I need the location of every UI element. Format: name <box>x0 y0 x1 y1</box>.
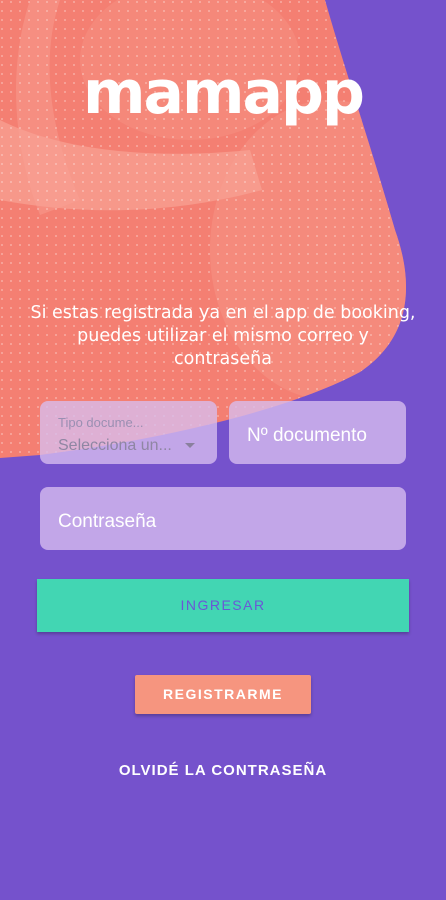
password-placeholder: Contraseña <box>58 511 157 532</box>
dropdown-caret-icon <box>185 443 195 448</box>
document-number-placeholder: Nº documento <box>247 425 367 446</box>
document-type-label: Tipo docume... <box>58 415 144 430</box>
login-button[interactable]: INGRESAR <box>37 579 409 632</box>
app-logo: mamapp <box>83 58 365 128</box>
forgot-password-link[interactable]: OLVIDÉ LA CONTRASEÑA <box>0 762 446 779</box>
register-button[interactable]: REGISTRARME <box>135 675 311 714</box>
document-type-select[interactable]: Tipo docume... Selecciona un... <box>40 401 217 464</box>
document-number-input[interactable]: Nº documento <box>229 401 406 464</box>
password-input[interactable]: Contraseña <box>40 487 406 550</box>
document-type-value: Selecciona un... <box>58 437 172 454</box>
intro-text: Si estas registrada ya en el app de book… <box>30 303 416 369</box>
